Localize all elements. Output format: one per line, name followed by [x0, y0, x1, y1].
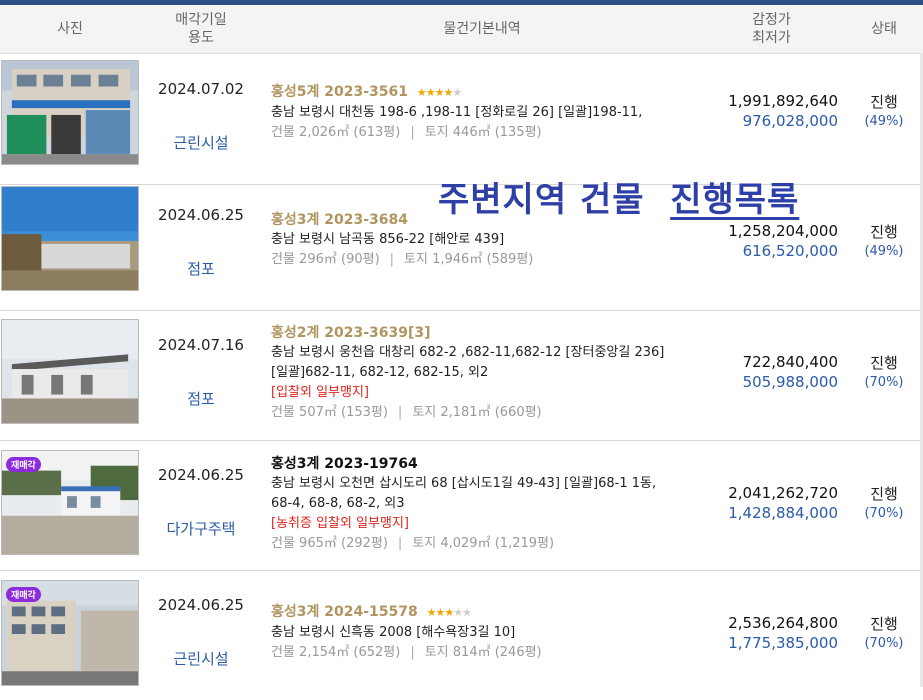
property-info[interactable]: 홍성5계 2023-3561 ★★★★★ 충남 보령시 대천동 198-6 ,1…	[271, 82, 711, 143]
header-info: 물건기본내역	[443, 21, 521, 37]
court-name: 홍성3계	[271, 212, 320, 228]
status: 진행	[870, 354, 898, 372]
minimum-price: 1,775,385,000	[728, 634, 838, 652]
case-number[interactable]: 홍성5계 2023-3561 ★★★★★	[271, 82, 711, 103]
header-status: 상태	[871, 21, 897, 37]
case-no: 2023-3684	[324, 212, 409, 228]
reauction-badge: 재매각	[6, 587, 41, 602]
usage-type[interactable]: 근린시설	[150, 132, 252, 153]
status: 진행	[870, 485, 898, 503]
case-no: 2023-3561	[324, 84, 409, 100]
case-no: 2024-15578	[324, 604, 418, 620]
appraisal-price: 1,991,892,640	[728, 92, 838, 110]
area-info: 건물 296㎡ (90평) | 토지 1,946㎡ (589평)	[271, 252, 534, 267]
reauction-badge: 재매각	[6, 457, 41, 472]
area-info: 건물 965㎡ (292평) | 토지 4,029㎡ (1,219평)	[271, 536, 555, 551]
land-area: 토지 4,029㎡ (1,219평)	[412, 536, 555, 551]
case-number[interactable]: 홍성3계 2024-15578 ★★★★★	[271, 602, 711, 623]
court-name: 홍성2계	[271, 325, 320, 341]
header-appraisal-label: 감정가	[752, 12, 791, 28]
minimum-price: 616,520,000	[742, 242, 838, 260]
property-photo[interactable]	[1, 319, 139, 424]
table-row[interactable]: 2024.07.02 근린시설 홍성5계 2023-3561 ★★★★★ 충남 …	[0, 54, 923, 185]
address-line2: 68-4, 68-8, 68-2, 외3	[271, 496, 405, 511]
header-price: 감정가 최저가	[705, 11, 838, 47]
percent: (70%)	[864, 375, 904, 390]
table-row[interactable]: 재매각 2024.06.25 다가구주택 홍성3계 2023-19764 충남 …	[0, 440, 923, 571]
address: 충남 보령시 대천동 198-6 ,198-11 [정화로길 26] [일괄]1…	[271, 105, 643, 120]
case-no: 2023-19764	[324, 456, 418, 472]
header-date-label: 매각기일	[175, 12, 227, 28]
minimum-price: 505,988,000	[742, 373, 838, 391]
building-area: 건물 965㎡ (292평)	[271, 536, 388, 551]
building-area: 건물 2,154㎡ (652평)	[271, 645, 401, 660]
appraisal-price: 1,258,204,000	[728, 222, 838, 240]
usage-type[interactable]: 근린시설	[150, 648, 252, 669]
percent: (49%)	[864, 114, 904, 129]
property-photo[interactable]: 재매각	[1, 450, 139, 555]
court-name: 홍성5계	[271, 84, 320, 100]
overlay-caption-part2: 진행목록	[670, 180, 800, 220]
usage-type[interactable]: 다가구주택	[150, 518, 252, 539]
land-area: 토지 2,181㎡ (660평)	[412, 405, 542, 420]
case-number[interactable]: 홍성2계 2023-3639[3]	[271, 323, 711, 343]
property-info[interactable]: 홍성3계 2024-15578 ★★★★★ 충남 보령시 신흑동 2008 [해…	[271, 602, 711, 663]
auction-date: 2024.07.02	[158, 80, 244, 98]
case-no: 2023-3639[3]	[324, 325, 431, 341]
table-row[interactable]: 재매각 2024.06.25 근린시설 홍성3계 2024-15578 ★★★★…	[0, 570, 923, 700]
property-info[interactable]: 홍성2계 2023-3639[3] 충남 보령시 웅천읍 대창리 682-2 ,…	[271, 323, 711, 423]
auction-date: 2024.06.25	[158, 596, 244, 614]
auction-date: 2024.06.25	[158, 206, 244, 224]
percent: (70%)	[864, 506, 904, 521]
status: 진행	[870, 223, 898, 241]
usage-type[interactable]: 점포	[150, 258, 252, 279]
appraisal-price: 2,536,264,800	[728, 614, 838, 632]
status: 진행	[870, 615, 898, 633]
address: 충남 보령시 오천면 삽시도리 68 [삽시도1길 49-43] [일괄]68-…	[271, 476, 657, 491]
status: 진행	[870, 93, 898, 111]
property-photo[interactable]	[1, 186, 139, 291]
rating-stars-icon: ★★★★★	[416, 86, 462, 99]
property-photo[interactable]	[1, 60, 139, 165]
property-info[interactable]: 홍성3계 2023-19764 충남 보령시 오천면 삽시도리 68 [삽시도1…	[271, 454, 711, 554]
building-area: 건물 296㎡ (90평)	[271, 252, 380, 267]
address: 충남 보령시 웅천읍 대창리 682-2 ,682-11,682-12 [장터중…	[271, 345, 665, 360]
header-date: 매각기일 용도	[150, 11, 252, 47]
header-minimum-label: 최저가	[752, 30, 791, 46]
percent: (49%)	[864, 244, 904, 259]
auction-date: 2024.06.25	[158, 466, 244, 484]
auction-date: 2024.07.16	[158, 336, 244, 354]
land-area: 토지 814㎡ (246평)	[424, 645, 542, 660]
table-row[interactable]: 2024.07.16 점포 홍성2계 2023-3639[3] 충남 보령시 웅…	[0, 310, 923, 441]
building-area: 건물 507㎡ (153평)	[271, 405, 388, 420]
court-name: 홍성3계	[271, 456, 320, 472]
case-number[interactable]: 홍성3계 2023-19764	[271, 454, 711, 474]
area-info: 건물 2,026㎡ (613평) | 토지 446㎡ (135평)	[271, 125, 542, 140]
rating-stars-icon: ★★★★★	[426, 606, 472, 619]
property-photo[interactable]: 재매각	[1, 580, 139, 686]
court-name: 홍성3계	[271, 604, 320, 620]
warning-flags: [농취증 입찰외 일부맹지]	[271, 516, 410, 531]
table-header: 사진 매각기일 용도 물건기본내역 감정가 최저가 상태	[0, 5, 923, 54]
address: 충남 보령시 신흑동 2008 [해수욕장3길 10]	[271, 625, 516, 640]
land-area: 토지 1,946㎡ (589평)	[404, 252, 534, 267]
area-info: 건물 2,154㎡ (652평) | 토지 814㎡ (246평)	[271, 645, 542, 660]
land-area: 토지 446㎡ (135평)	[424, 125, 542, 140]
percent: (70%)	[864, 636, 904, 651]
appraisal-price: 2,041,262,720	[728, 484, 838, 502]
appraisal-price: 722,840,400	[742, 353, 838, 371]
usage-type[interactable]: 점포	[150, 388, 252, 409]
header-usage-label: 용도	[188, 30, 214, 46]
header-photo: 사진	[57, 21, 83, 37]
minimum-price: 1,428,884,000	[728, 504, 838, 522]
building-area: 건물 2,026㎡ (613평)	[271, 125, 401, 140]
overlay-caption-part1: 주변지역 건물	[438, 180, 645, 220]
address-line2: [일괄]682-11, 682-12, 682-15, 외2	[271, 365, 489, 380]
area-info: 건물 507㎡ (153평) | 토지 2,181㎡ (660평)	[271, 405, 542, 420]
minimum-price: 976,028,000	[742, 112, 838, 130]
address: 충남 보령시 남곡동 856-22 [해안로 439]	[271, 232, 505, 247]
overlay-caption: 주변지역 건물 진행목록	[438, 172, 799, 221]
warning-flags: [입찰외 일부맹지]	[271, 385, 369, 400]
